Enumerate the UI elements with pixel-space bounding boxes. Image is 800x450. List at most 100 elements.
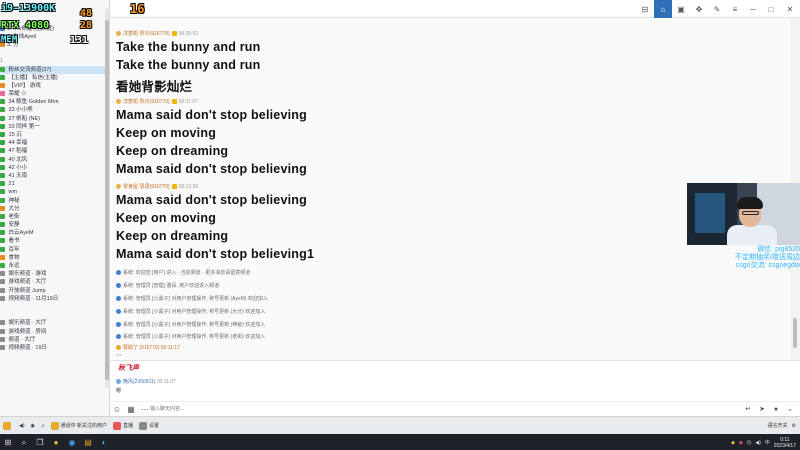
sidebar-item[interactable] xyxy=(0,311,109,319)
sidebar-item[interactable]: 游戏频道 · 房间 xyxy=(0,328,109,336)
sidebar-item[interactable]: 游戏频道 · 大厅 xyxy=(0,278,109,286)
sidebar-item[interactable]: 神秘 xyxy=(0,197,109,205)
sidebar-item[interactable] xyxy=(0,16,109,24)
search-icon[interactable]: ⌕ xyxy=(16,436,32,449)
gpu-temp-overlay: 16 xyxy=(130,2,145,16)
sidebar-item[interactable]: wm xyxy=(0,188,109,196)
window-controls: ⊟ ⌂ ▣ ✥ ✎ ≡ ─ □ ✕ xyxy=(636,0,800,18)
user-icon xyxy=(0,271,5,277)
message-input[interactable] xyxy=(150,403,670,415)
mic-icon[interactable]: ● xyxy=(770,403,782,415)
sidebar-item[interactable]: 42 小小 xyxy=(0,164,109,172)
home-icon[interactable]: ⌂ xyxy=(654,0,672,18)
send-icon[interactable]: ➤ xyxy=(756,403,768,415)
app-item[interactable]: 通话中 新关注的用户 xyxy=(48,418,110,433)
app-item[interactable]: 直播 xyxy=(110,418,136,433)
sidebar-item[interactable]: 白云AyeM xyxy=(0,229,109,237)
menu-icon[interactable]: ≡ xyxy=(726,0,744,18)
sidebar-item[interactable]: 视频频道 · 19日 xyxy=(0,344,109,352)
sidebar-item[interactable]: 荣耀 ☆ xyxy=(0,90,109,98)
sidebar-item-label: 大分 xyxy=(7,205,20,212)
sidebar-item[interactable]: 2. 在线Ayell xyxy=(0,33,109,41)
maximize-icon[interactable]: □ xyxy=(762,0,780,18)
sidebar-item[interactable]: 视频频道 · 11月19日 xyxy=(0,295,109,303)
network-icon[interactable]: ⌬ xyxy=(747,440,751,446)
taskview-icon[interactable]: ❐ xyxy=(32,436,48,449)
sender-name[interactable]: 洋葱机·烈炎(916770) xyxy=(123,99,170,105)
enter-icon[interactable]: ↵ xyxy=(742,403,754,415)
sidebar-item[interactable] xyxy=(0,49,109,57)
app-toolbar: ◀) ◉ ♫ 通话中 新关注的用户 直播 设置 语言开关 ⚙ xyxy=(0,417,800,434)
volume-icon[interactable]: ◀) xyxy=(16,418,28,433)
mic-toggle-icon[interactable]: ◉ xyxy=(28,418,38,433)
image-icon[interactable]: ▦ xyxy=(124,403,138,417)
start-icon[interactable]: ⊞ xyxy=(0,436,16,449)
speaker-icon[interactable] xyxy=(0,418,16,433)
sidebar-item[interactable]: 15 沉 xyxy=(0,131,109,139)
app-icon[interactable]: ◉ xyxy=(64,436,80,449)
ime-label[interactable]: 中 xyxy=(765,439,770,446)
reply-name[interactable]: 晚风(2350911) xyxy=(123,379,155,385)
user-icon xyxy=(0,238,5,244)
sidebar-item[interactable]: 百年 xyxy=(0,246,109,254)
sidebar-item[interactable]: 41 天南 xyxy=(0,172,109,180)
close-icon[interactable]: ✕ xyxy=(780,0,800,18)
sidebar-item[interactable]: 娱乐频道 · 游戏 xyxy=(0,270,109,278)
sidebar-item-label: 34 鲸鱼 Golden Mon xyxy=(7,99,59,106)
tray-icon[interactable]: ◆ xyxy=(731,440,735,446)
sender-name[interactable]: 零食屋·思思(916770) xyxy=(123,184,170,190)
app-icon[interactable]: ● xyxy=(48,436,64,449)
sidebar-item[interactable]: 【主播】 私信(主播) xyxy=(0,74,109,82)
volume-icon[interactable]: ◀) xyxy=(755,440,761,446)
sidebar-item[interactable]: 开放频道 Jump xyxy=(0,287,109,295)
sender-name[interactable]: 洋葱机·烈炎(916770) xyxy=(123,31,170,37)
sidebar-toggle-icon[interactable]: ⊟ xyxy=(636,0,654,18)
sidebar-item[interactable]: 食物 xyxy=(0,254,109,262)
sidebar-scrollbar[interactable] xyxy=(105,8,109,388)
sidebar-item[interactable] xyxy=(0,8,109,16)
user-icon xyxy=(0,263,5,269)
sidebar-item[interactable]: 33 小小熊 xyxy=(0,106,109,114)
sidebar-item[interactable]: 永远 xyxy=(0,262,109,270)
message-line: Keep on moving xyxy=(116,126,217,140)
edge-icon[interactable]: ◐ xyxy=(96,436,112,449)
sidebar-item[interactable]: 34 鲸鱼 Golden Mon xyxy=(0,98,109,106)
sidebar-item-label: 47 稻福 xyxy=(7,148,28,155)
tray-label[interactable]: 语言开关 xyxy=(768,422,788,429)
sidebar-item[interactable]: 娱乐频道 · 大厅 xyxy=(0,319,109,327)
sidebar-item[interactable] xyxy=(0,303,109,311)
sidebar-item[interactable]: 老街 xyxy=(0,213,109,221)
settings-icon[interactable]: ⚙ xyxy=(792,423,796,429)
sidebar-item[interactable]: 1. 木v频道 (活跃度) xyxy=(0,25,109,33)
sidebar-item[interactable] xyxy=(0,0,109,8)
user-icon xyxy=(0,197,5,203)
clock[interactable]: 0:11 2023/4/17 xyxy=(774,437,796,449)
sidebar-item[interactable]: 47 稻福 xyxy=(0,147,109,155)
skin-icon[interactable]: ✎ xyxy=(708,0,726,18)
sidebar-item[interactable]: 【VIP】 游戏 xyxy=(0,82,109,90)
sidebar-item[interactable]: 粉丝交流频道(27) xyxy=(0,65,109,74)
headset-icon[interactable]: ♫ xyxy=(38,418,48,433)
video-icon[interactable]: ▣ xyxy=(672,0,690,18)
emoji-icon[interactable]: ☺ xyxy=(110,403,124,417)
minimize-icon[interactable]: ─ xyxy=(744,0,762,18)
sidebar-item[interactable]: 27 帆船 (NE) xyxy=(0,115,109,123)
sidebar-item[interactable]: 40 北风 xyxy=(0,156,109,164)
sidebar-item[interactable]: 频道 · 大厅 xyxy=(0,336,109,344)
sidebar-item[interactable]: 33 同样 第一 xyxy=(0,123,109,131)
tray-icon[interactable]: ◆ xyxy=(739,440,743,446)
sidebar-item[interactable]: 44 幸福 xyxy=(0,139,109,147)
sidebar-item[interactable]: 1 xyxy=(0,57,109,65)
sidebar-item[interactable]: 看书 xyxy=(0,237,109,245)
sidebar-item[interactable]: 大分 xyxy=(0,205,109,213)
message-line: Keep on dreaming xyxy=(116,229,229,243)
gamepad-icon[interactable]: ✥ xyxy=(690,0,708,18)
sidebar-item[interactable]: 安静 xyxy=(0,221,109,229)
system-message: 系统: 管理员 [小黑子] 对用户管理操作, 称号更新 (大分) 欢迎加入 xyxy=(116,308,265,315)
chevron-down-icon[interactable]: ⌄ xyxy=(784,403,796,415)
sidebar-item[interactable]: 3. 分 xyxy=(0,41,109,49)
channel-tree[interactable]: 1. 木v频道 (活跃度) 2. 在线Ayell 3. 分 1 粉丝交流频道(27)… xyxy=(0,0,110,416)
app-icon[interactable]: ▤ xyxy=(80,436,96,449)
sidebar-item[interactable]: 21 xyxy=(0,180,109,188)
app-item[interactable]: 设置 xyxy=(136,418,162,433)
